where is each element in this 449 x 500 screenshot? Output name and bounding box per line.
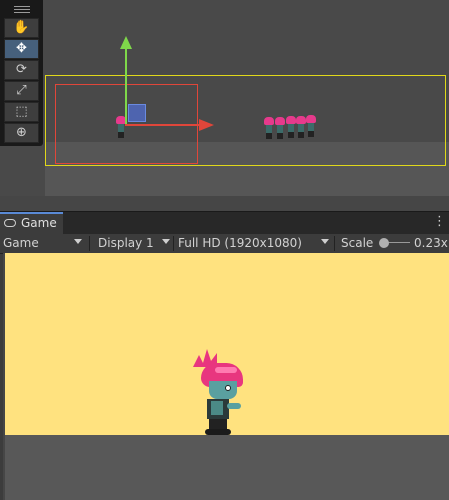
scene-zombie[interactable]: [264, 117, 274, 139]
resolution-dropdown[interactable]: Full HD (1920x1080): [178, 234, 302, 253]
scene-zombie[interactable]: [306, 115, 316, 137]
kebab-menu-icon[interactable]: ⋮: [433, 214, 446, 229]
view-mode-dropdown[interactable]: Game: [3, 234, 39, 253]
resolution-chevron-down-icon[interactable]: [321, 239, 329, 244]
rect-tool-button[interactable]: ⬚: [4, 102, 39, 122]
scale-slider-handle[interactable]: [379, 238, 389, 248]
rotate-tool-button[interactable]: ⟳: [4, 60, 39, 80]
zombie-arm: [227, 403, 241, 409]
zombie-face: [209, 381, 237, 399]
rotate-icon: ⟳: [16, 62, 27, 77]
rect-icon: ⬚: [15, 104, 28, 119]
game-tab-bar: Game ⋮: [0, 211, 449, 234]
move-gizmo-y-arrow-icon[interactable]: [120, 36, 132, 49]
view-mode-chevron-down-icon[interactable]: [74, 239, 82, 244]
toolbar-divider: [89, 236, 90, 251]
scene-zombie[interactable]: [286, 116, 296, 138]
transform-tool-button[interactable]: ⊕: [4, 123, 39, 143]
move-gizmo-x-arrow-icon[interactable]: [199, 119, 214, 131]
scene-background-band: [0, 196, 449, 211]
move-icon: ✥: [16, 41, 27, 56]
scene-tools-overlay: ✋ ✥ ⟳ ⤢ ⬚ ⊕: [0, 0, 43, 146]
game-ground: [5, 435, 449, 500]
scale-tool-button[interactable]: ⤢: [4, 81, 39, 101]
scale-value: 0.23x: [414, 236, 448, 250]
scale-icon: ⤢: [16, 83, 27, 98]
drag-handle-icon[interactable]: [14, 6, 30, 13]
tab-game[interactable]: Game: [0, 212, 63, 234]
scene-view[interactable]: ✋ ✥ ⟳ ⤢ ⬚ ⊕: [0, 0, 449, 211]
zombie-legs: [209, 419, 227, 429]
gamepad-icon: [4, 219, 16, 227]
zombie-shirt: [211, 401, 223, 415]
move-tool-button[interactable]: ✥: [4, 39, 39, 59]
move-gizmo-plane-handle[interactable]: [128, 104, 146, 122]
transform-icon: ⊕: [16, 125, 27, 140]
scene-zombie[interactable]: [275, 117, 285, 139]
tab-game-label: Game: [21, 216, 57, 230]
game-view-viewport[interactable]: [3, 253, 449, 500]
zombie-hair-highlight: [215, 367, 237, 373]
display-chevron-down-icon[interactable]: [162, 239, 170, 244]
hand-tool-button[interactable]: ✋: [4, 18, 39, 38]
move-gizmo-x-axis[interactable]: [125, 124, 200, 126]
scene-zombie[interactable]: [296, 116, 306, 138]
zombie-eye: [225, 385, 231, 391]
toolbar-divider: [173, 236, 174, 251]
hand-icon: ✋: [13, 20, 30, 35]
move-gizmo-y-axis[interactable]: [125, 48, 127, 126]
display-dropdown[interactable]: Display 1: [98, 234, 154, 253]
zombie-shoes: [205, 429, 231, 435]
zombie-character: [189, 349, 249, 435]
scale-label: Scale: [341, 236, 374, 250]
toolbar-divider: [334, 236, 335, 251]
